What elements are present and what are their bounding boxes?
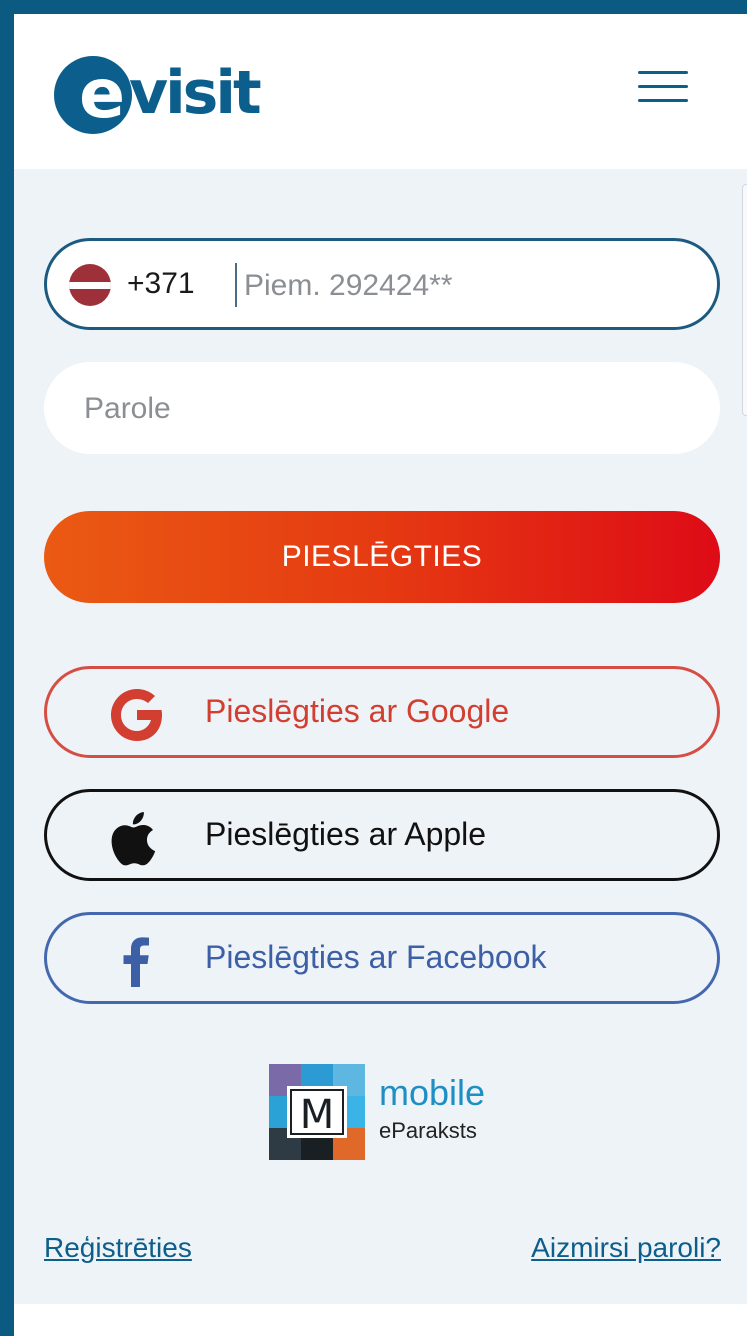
text-cursor [235,263,237,307]
login-button[interactable]: PIESLĒGTIES [44,511,720,603]
header: e visit [14,14,747,169]
app-frame: e visit +371 PIESLĒGTIES Pieslēgties ar … [14,14,747,1336]
google-icon [111,689,162,741]
google-login-button[interactable]: Pieslēgties ar Google [44,666,720,758]
footer [14,1304,747,1336]
scrollbar[interactable] [742,184,747,416]
evisit-logo[interactable]: e visit [54,55,262,146]
country-code[interactable]: +371 [127,267,195,301]
phone-input[interactable] [242,263,686,309]
phone-field[interactable]: +371 [44,238,720,330]
register-link[interactable]: Reģistrēties [44,1232,192,1264]
mobile-eparaksts-login[interactable]: M mobile eParaksts [269,1064,509,1164]
facebook-login-label: Pieslēgties ar Facebook [205,939,547,975]
logo-letter: e [79,55,126,134]
forgot-password-link[interactable]: Aizmirsi paroli? [531,1232,721,1264]
latvia-flag-icon[interactable] [69,264,111,306]
password-input[interactable] [82,386,686,432]
facebook-login-button[interactable]: Pieslēgties ar Facebook [44,912,720,1004]
mobile-eparaksts-logo-icon: M [269,1064,365,1160]
apple-login-label: Pieslēgties ar Apple [205,816,487,852]
facebook-icon [123,937,149,987]
apple-icon [111,812,156,866]
apple-login-button[interactable]: Pieslēgties ar Apple [44,789,720,881]
google-login-label: Pieslēgties ar Google [205,693,510,729]
hamburger-menu-icon[interactable] [638,69,688,105]
logo-text: visit [129,58,262,128]
mobile-eparaksts-subtitle: eParaksts [379,1118,477,1143]
password-field[interactable] [44,362,720,454]
mobile-eparaksts-title: mobile [379,1072,486,1113]
svg-text:M: M [300,1092,335,1138]
